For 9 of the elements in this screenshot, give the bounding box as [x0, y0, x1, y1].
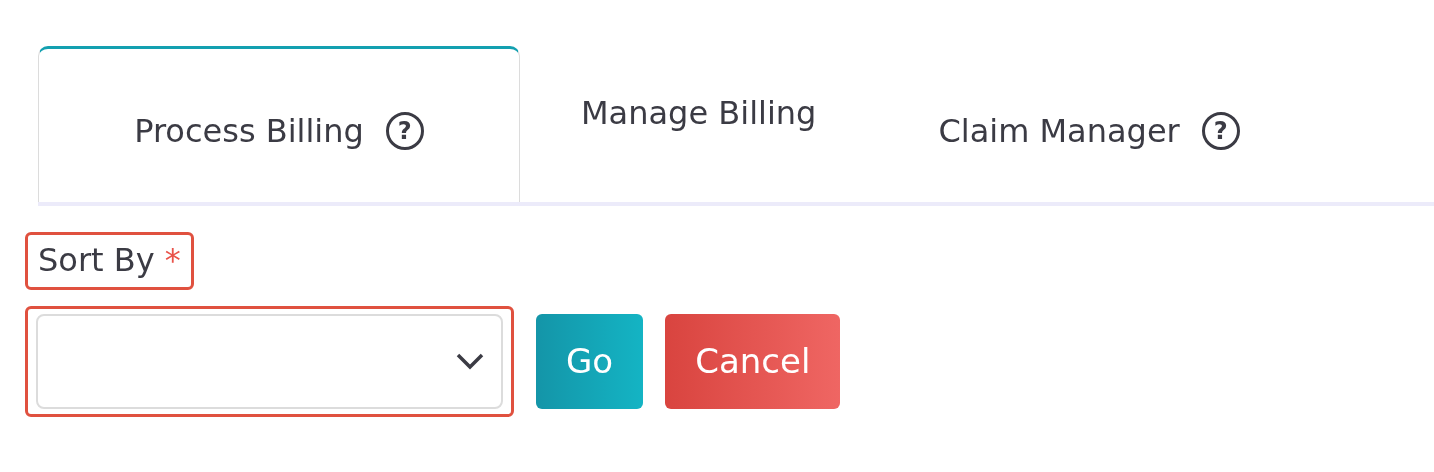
help-icon[interactable]: ? [385, 111, 424, 150]
tab[interactable]: Manage Billing [520, 46, 878, 202]
chevron-down-icon [455, 352, 485, 371]
tab[interactable]: Claim Manager ? [877, 46, 1301, 202]
sort-select[interactable] [36, 313, 503, 409]
help-icon[interactable]: ? [1201, 111, 1240, 150]
tab[interactable]: Process Billing ? [38, 46, 520, 202]
cancel-button[interactable]: Cancel [665, 313, 841, 409]
field-label: Sort By * [38, 240, 181, 281]
